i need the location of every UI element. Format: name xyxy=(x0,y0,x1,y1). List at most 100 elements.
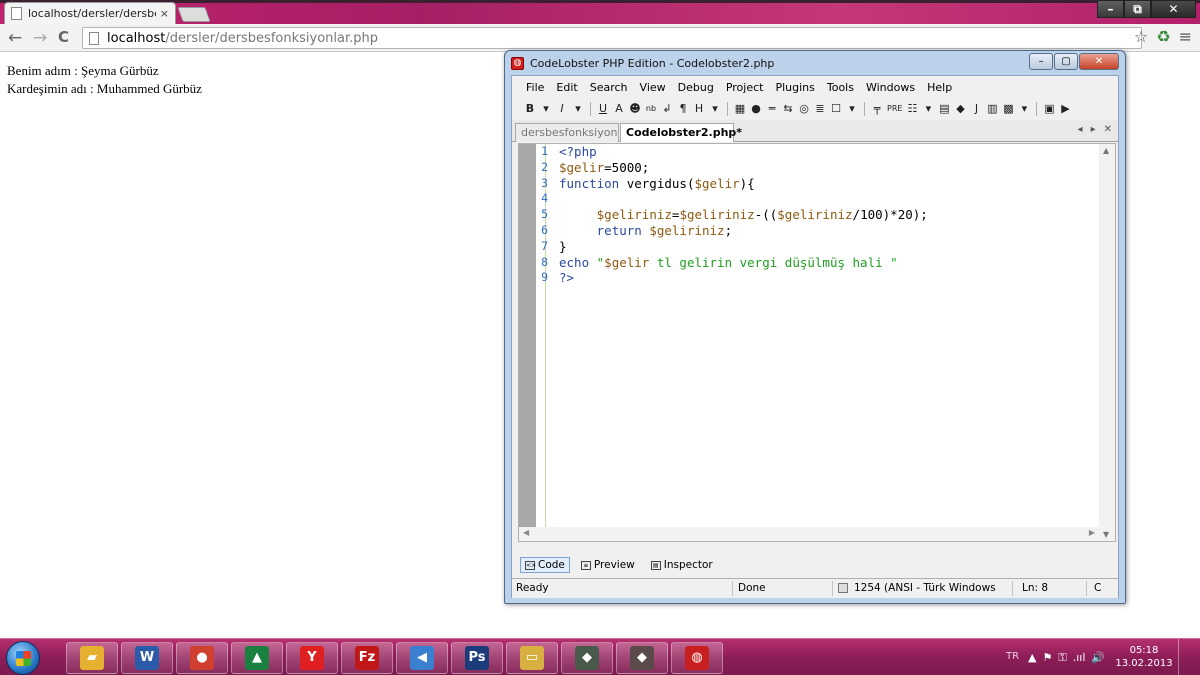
menu-project[interactable]: Project xyxy=(726,81,764,94)
tab-code[interactable]: <> Code xyxy=(520,557,570,573)
toolbar-button[interactable]: ◎ xyxy=(798,102,810,116)
taskbar-folder[interactable]: ▭ xyxy=(506,642,558,674)
toolbar-button[interactable]: ▦ xyxy=(734,102,746,116)
scroll-left-icon[interactable]: ◀ xyxy=(523,528,529,537)
forward-arrow-icon[interactable]: → xyxy=(33,28,47,48)
menu-windows[interactable]: Windows xyxy=(866,81,915,94)
tab-dersbesfonksiyonlar[interactable]: dersbesfonksiyonl... xyxy=(515,123,619,142)
toolbar-button[interactable]: H xyxy=(693,102,705,116)
code-lines[interactable]: 1 <?php 2 $gelir=5000; 3 function vergidus($g… xyxy=(537,144,928,286)
code-line[interactable]: 3 function vergidus($gelir){ xyxy=(537,176,928,192)
toolbar-button[interactable]: B xyxy=(524,102,536,116)
code-line[interactable]: 9 ?> xyxy=(537,270,928,286)
menu-view[interactable]: View xyxy=(640,81,666,94)
toolbar-button[interactable]: nb xyxy=(645,102,657,116)
toolbar-button[interactable]: ¶ xyxy=(677,102,689,116)
ide-close-button[interactable]: ✕ xyxy=(1079,53,1119,70)
tab-preview[interactable]: ≡ Preview xyxy=(576,557,640,573)
menu-edit[interactable]: Edit xyxy=(556,81,577,94)
taskbar-word[interactable]: W xyxy=(121,642,173,674)
power-icon[interactable]: ⚿ xyxy=(1058,651,1066,665)
code-line[interactable]: 6 return $geliriniz; xyxy=(537,223,928,239)
toolbar-button[interactable]: ⇆ xyxy=(782,102,794,116)
star-icon[interactable]: ☆ xyxy=(1134,27,1148,46)
taskbar-explorer[interactable]: ▰ xyxy=(66,642,118,674)
toolbar-button[interactable]: ═ xyxy=(766,102,778,116)
code-editor[interactable]: 1 <?php 2 $gelir=5000; 3 function vergidus($g… xyxy=(518,143,1116,542)
toolbar-button[interactable]: ☷ xyxy=(906,102,918,116)
action-center-icon[interactable]: ⚑ xyxy=(1042,651,1052,665)
toolbar-button[interactable]: ▾ xyxy=(709,102,721,116)
toolbar-button[interactable]: ▤ xyxy=(938,102,950,116)
new-tab-button[interactable] xyxy=(177,7,211,22)
menu-plugins[interactable]: Plugins xyxy=(775,81,814,94)
scroll-down-icon[interactable]: ▼ xyxy=(1103,530,1109,539)
show-desktop-button[interactable] xyxy=(1178,639,1190,675)
show-hidden-icons[interactable]: ▲ xyxy=(1028,651,1036,665)
maximize-button[interactable]: ⧉ xyxy=(1124,0,1151,18)
taskbar-media[interactable]: ◀ xyxy=(396,642,448,674)
menu-file[interactable]: File xyxy=(526,81,544,94)
network-signal-icon[interactable]: .ııl xyxy=(1073,651,1086,665)
menu-tools[interactable]: Tools xyxy=(827,81,854,94)
taskbar-yandex[interactable]: Y xyxy=(286,642,338,674)
back-arrow-icon[interactable]: ← xyxy=(8,28,22,48)
toolbar-button[interactable]: ◆ xyxy=(954,102,966,116)
toolbar-button[interactable]: ☻ xyxy=(629,102,641,116)
code-line[interactable]: 5 $geliriniz=$geliriniz-(($geliriniz/100… xyxy=(537,207,928,223)
toolbar-button[interactable]: ▶ xyxy=(1059,102,1071,116)
tab-close-icon[interactable]: ✕ xyxy=(1104,124,1112,135)
tab-next-icon[interactable]: ▸ xyxy=(1091,124,1096,135)
toolbar-button[interactable]: ↲ xyxy=(661,102,673,116)
horizontal-scrollbar[interactable]: ◀ ▶ xyxy=(519,527,1099,541)
toolbar-button[interactable]: ▾ xyxy=(1018,102,1030,116)
start-button[interactable] xyxy=(6,641,40,675)
code-line[interactable]: 4 xyxy=(537,191,928,207)
toolbar-button[interactable]: I xyxy=(556,102,568,116)
toolbar-button[interactable]: ▾ xyxy=(572,102,584,116)
taskbar-filezilla[interactable]: Fz xyxy=(341,642,393,674)
toolbar-button[interactable]: ▣ xyxy=(1043,102,1055,116)
address-bar[interactable]: localhost/dersler/dersbesfonksiyonlar.ph… xyxy=(82,27,1142,49)
taskbar-codelobster[interactable]: ◍ xyxy=(671,642,723,674)
toolbar-button[interactable]: ▾ xyxy=(540,102,552,116)
browser-tab[interactable]: localhost/dersler/dersbesf × xyxy=(4,2,176,24)
toolbar-button[interactable]: ● xyxy=(750,102,762,116)
toolbar-button[interactable]: ▥ xyxy=(986,102,998,116)
code-line[interactable]: 7} xyxy=(537,239,928,255)
clock[interactable]: 05:18 13.02.2013 xyxy=(1114,644,1174,670)
minimize-button[interactable]: – xyxy=(1097,0,1124,18)
close-button[interactable]: ✕ xyxy=(1151,0,1196,18)
toolbar-button[interactable]: PRE xyxy=(887,102,902,116)
language-indicator[interactable]: TR xyxy=(1006,651,1019,662)
scroll-up-icon[interactable]: ▲ xyxy=(1103,146,1109,155)
menu-icon[interactable]: ≡ xyxy=(1179,27,1192,46)
reload-icon[interactable]: C xyxy=(58,28,69,46)
taskbar-app1[interactable]: ◆ xyxy=(561,642,613,674)
toolbar-button[interactable]: ☐ xyxy=(830,102,842,116)
toolbar-button[interactable]: U xyxy=(597,102,609,116)
toolbar-button[interactable]: A xyxy=(613,102,625,116)
tab-prev-icon[interactable]: ◂ xyxy=(1078,124,1083,135)
toolbar-button[interactable]: ▾ xyxy=(922,102,934,116)
volume-icon[interactable]: 🔊 xyxy=(1091,651,1105,665)
menu-debug[interactable]: Debug xyxy=(678,81,714,94)
taskbar-photos[interactable]: ▲ xyxy=(231,642,283,674)
toolbar-button[interactable]: ▩ xyxy=(1002,102,1014,116)
extension-icon[interactable]: ♻ xyxy=(1156,27,1170,46)
menu-help[interactable]: Help xyxy=(927,81,952,94)
tab-close-icon[interactable]: × xyxy=(160,7,169,20)
ide-maximize-button[interactable]: ▢ xyxy=(1054,53,1078,70)
scroll-right-icon[interactable]: ▶ xyxy=(1089,528,1095,537)
toolbar-button[interactable]: ╤ xyxy=(871,102,883,116)
taskbar-chrome[interactable]: ● xyxy=(176,642,228,674)
toolbar-button[interactable]: J xyxy=(970,102,982,116)
tab-inspector[interactable]: ▤ Inspector xyxy=(646,557,718,573)
code-line[interactable]: 8 echo "$gelir tl gelirin vergi düşülmüş … xyxy=(537,255,928,271)
taskbar-photoshop[interactable]: Ps xyxy=(451,642,503,674)
toolbar-button[interactable]: ≣ xyxy=(814,102,826,116)
vertical-scrollbar[interactable]: ▲ ▼ xyxy=(1099,144,1115,541)
ide-minimize-button[interactable]: – xyxy=(1029,53,1053,70)
tab-codelobster2[interactable]: Codelobster2.php* xyxy=(620,123,742,142)
code-line[interactable]: 2 $gelir=5000; xyxy=(537,160,928,176)
